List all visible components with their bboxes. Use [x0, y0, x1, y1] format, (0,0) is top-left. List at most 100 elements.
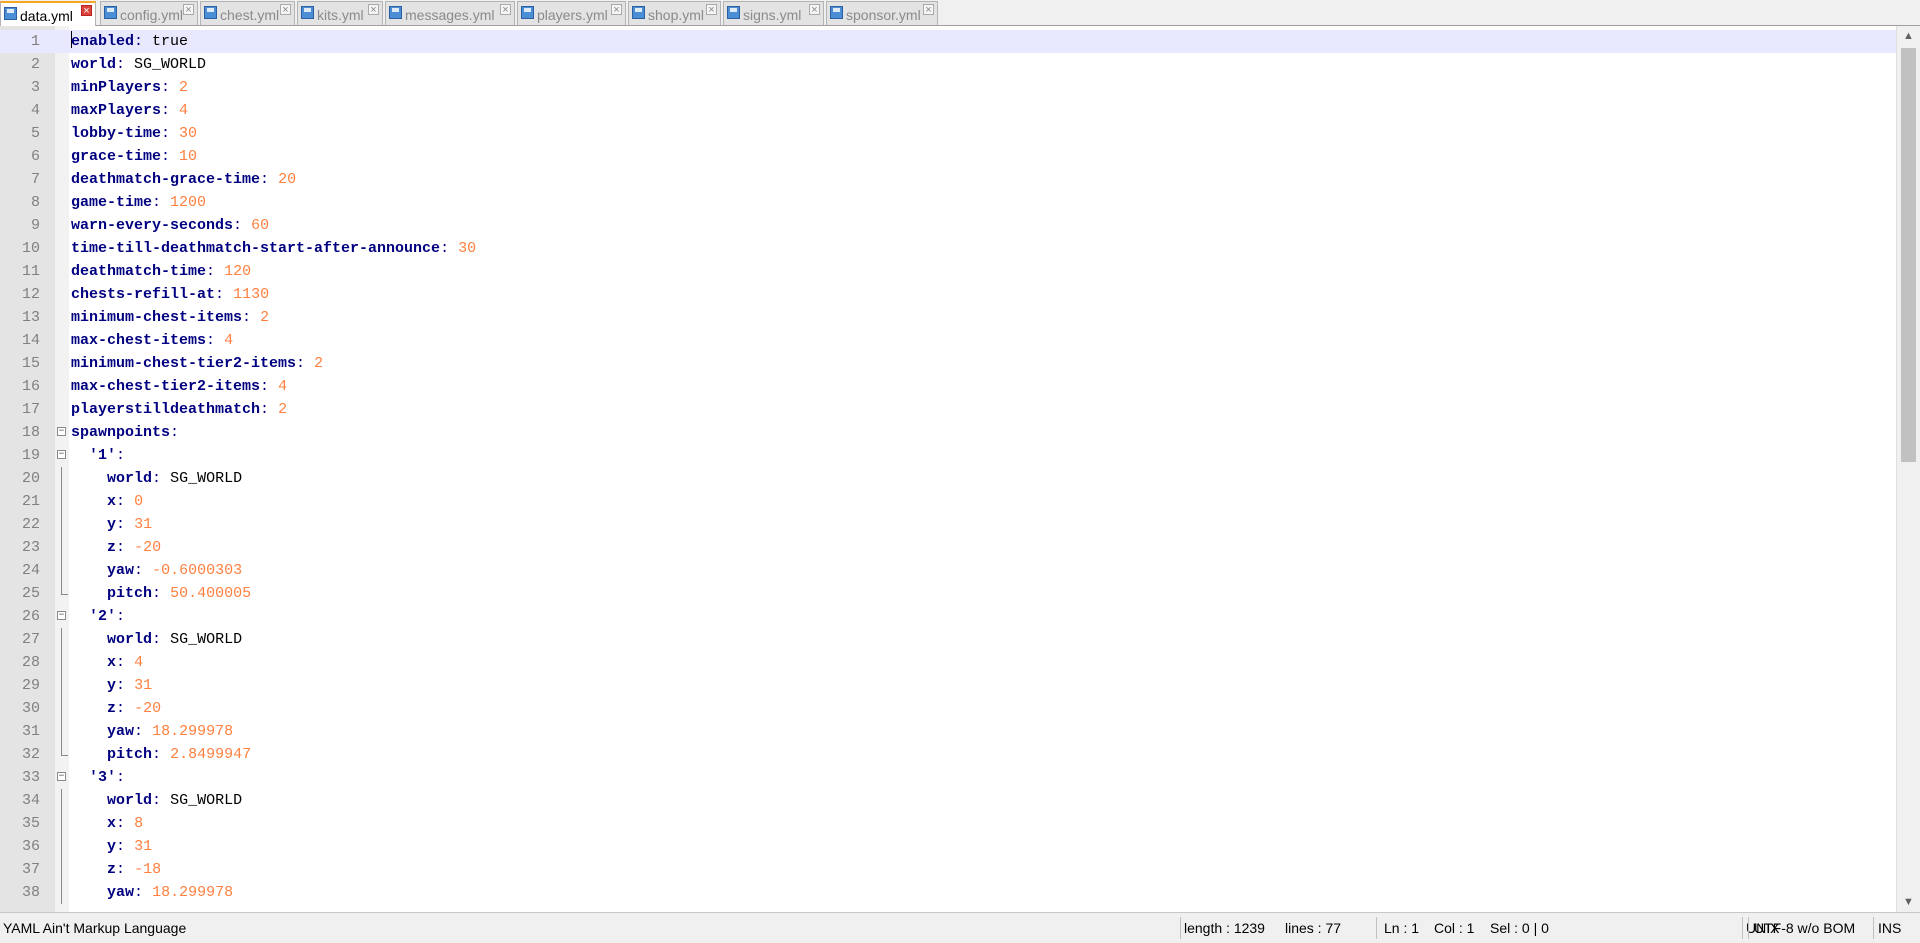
code-line[interactable]: 24 yaw: -0.6000303	[0, 559, 1896, 582]
fold-line	[61, 858, 62, 881]
code-line[interactable]: 14 max-chest-items: 4	[0, 329, 1896, 352]
tab-config-yml[interactable]: config.yml ×	[100, 1, 198, 25]
code-line[interactable]: 6 grace-time: 10	[0, 145, 1896, 168]
yaml-value: true	[152, 33, 189, 50]
tab-label: signs.yml	[743, 7, 802, 23]
close-icon[interactable]: ×	[809, 4, 820, 16]
arrow-up-icon[interactable]: ▲	[1897, 26, 1920, 46]
code-line[interactable]: 5 lobby-time: 30	[0, 122, 1896, 145]
close-icon[interactable]: ×	[280, 4, 291, 16]
code-line[interactable]: 1 enabled: true	[0, 30, 1896, 53]
code-line[interactable]: 36 y: 31	[0, 835, 1896, 858]
code-line[interactable]: 2 world: SG_WORLD	[0, 53, 1896, 76]
status-language: YAML Ain't Markup Language	[3, 920, 187, 936]
code-line[interactable]: 20 world: SG_WORLD	[0, 467, 1896, 490]
code-line[interactable]: 15 minimum-chest-tier2-items: 2	[0, 352, 1896, 375]
tab-sponsor-yml[interactable]: sponsor.yml ×	[826, 1, 938, 25]
yaml-key: max-chest-tier2-items	[71, 378, 261, 395]
yaml-key: yaw	[107, 562, 135, 579]
code-line[interactable]: 21 x: 0	[0, 490, 1896, 513]
code-text: pitch: 50.400005	[107, 585, 252, 602]
fold-minus-icon[interactable]: −	[57, 450, 66, 459]
tab-chest-yml[interactable]: chest.yml ×	[200, 1, 295, 25]
line-number: 8	[30, 194, 40, 211]
yaml-key: world	[107, 792, 153, 809]
file-icon	[389, 6, 402, 19]
code-text: minPlayers: 2	[71, 79, 189, 96]
code-line[interactable]: 22 y: 31	[0, 513, 1896, 536]
close-icon[interactable]: ×	[706, 4, 717, 16]
code-line[interactable]: 11 deathmatch-time: 120	[0, 260, 1896, 283]
code-line[interactable]: 31 yaw: 18.299978	[0, 720, 1896, 743]
yaml-key: spawnpoints	[71, 424, 171, 441]
line-number: 15	[21, 355, 40, 372]
code-line[interactable]: 34 world: SG_WORLD	[0, 789, 1896, 812]
close-icon[interactable]: ×	[923, 4, 934, 16]
fold-line	[61, 651, 62, 674]
tab-label: data.yml	[20, 8, 73, 24]
vertical-scrollbar[interactable]: ▲ ▼	[1896, 26, 1920, 912]
code-line[interactable]: 35 x: 8	[0, 812, 1896, 835]
status-col: Col : 1	[1434, 920, 1475, 936]
code-line[interactable]: 16 max-chest-tier2-items: 4	[0, 375, 1896, 398]
code-text: max-chest-tier2-items: 4	[71, 378, 288, 395]
code-line[interactable]: 9 warn-every-seconds: 60	[0, 214, 1896, 237]
code-line[interactable]: 27 world: SG_WORLD	[0, 628, 1896, 651]
code-text: world: SG_WORLD	[107, 631, 243, 648]
status-encoding: UTF-8 w/o BOM	[1754, 920, 1856, 936]
fold-minus-icon[interactable]: −	[57, 772, 66, 781]
yaml-value: SG_WORLD	[134, 56, 207, 73]
code-line[interactable]: 8 game-time: 1200	[0, 191, 1896, 214]
code-line[interactable]: 12 chests-refill-at: 1130	[0, 283, 1896, 306]
yaml-key: deathmatch-time	[71, 263, 207, 280]
code-text: game-time: 1200	[71, 194, 207, 211]
yaml-key: max-chest-items	[71, 332, 207, 349]
code-line[interactable]: 29 y: 31	[0, 674, 1896, 697]
tab-players-yml[interactable]: players.yml ×	[517, 1, 626, 25]
yaml-key: pitch	[107, 746, 153, 763]
line-number: 19	[21, 447, 40, 464]
code-lines[interactable]: 1 enabled: true 2 world: SG_WORLD 3 minPlayer…	[0, 30, 1896, 912]
yaml-key: pitch	[107, 585, 153, 602]
close-icon[interactable]: ×	[368, 4, 379, 16]
close-icon[interactable]: ×	[500, 4, 511, 16]
file-icon	[4, 7, 17, 20]
code-line[interactable]: 19 − '1':	[0, 444, 1896, 467]
code-line[interactable]: 7 deathmatch-grace-time: 20	[0, 168, 1896, 191]
yaml-value: 1130	[233, 286, 270, 303]
code-line[interactable]: 37 z: -18	[0, 858, 1896, 881]
code-line[interactable]: 17 playerstilldeathmatch: 2	[0, 398, 1896, 421]
code-line[interactable]: 32 pitch: 2.8499947	[0, 743, 1896, 766]
fold-minus-icon[interactable]: −	[57, 611, 66, 620]
code-line[interactable]: 13 minimum-chest-items: 2	[0, 306, 1896, 329]
code-line[interactable]: 33 − '3':	[0, 766, 1896, 789]
yaml-value: 60	[251, 217, 270, 234]
yaml-value: 20	[278, 171, 297, 188]
code-line[interactable]: 30 z: -20	[0, 697, 1896, 720]
fold-minus-icon[interactable]: −	[57, 427, 66, 436]
code-line[interactable]: 25 pitch: 50.400005	[0, 582, 1896, 605]
code-line[interactable]: 3 minPlayers: 2	[0, 76, 1896, 99]
code-editor[interactable]: 1 enabled: true 2 world: SG_WORLD 3 minPlayer…	[0, 26, 1920, 912]
code-line[interactable]: 38 yaw: 18.299978	[0, 881, 1896, 904]
code-line[interactable]: 23 z: -20	[0, 536, 1896, 559]
tab-label: shop.yml	[648, 7, 705, 23]
line-number: 9	[30, 217, 40, 234]
code-line[interactable]: 4 maxPlayers: 4	[0, 99, 1896, 122]
code-text: chests-refill-at: 1130	[71, 286, 270, 303]
code-line[interactable]: 18 − spawnpoints:	[0, 421, 1896, 444]
close-icon[interactable]: ×	[611, 4, 622, 16]
close-icon[interactable]: ×	[81, 5, 92, 17]
tab-data-yml[interactable]: data.yml ×	[0, 1, 96, 26]
code-line[interactable]: 26 − '2':	[0, 605, 1896, 628]
code-line[interactable]: 28 x: 4	[0, 651, 1896, 674]
tab-messages-yml[interactable]: messages.yml ×	[385, 1, 515, 25]
tab-signs-yml[interactable]: signs.yml ×	[723, 1, 824, 25]
code-line[interactable]: 10 time-till-deathmatch-start-after-annou…	[0, 237, 1896, 260]
tab-kits-yml[interactable]: kits.yml ×	[297, 1, 383, 25]
arrow-down-icon[interactable]: ▼	[1897, 892, 1920, 912]
yaml-value: 50.400005	[170, 585, 252, 602]
scrollbar-thumb[interactable]	[1901, 48, 1916, 462]
tab-shop-yml[interactable]: shop.yml ×	[628, 1, 721, 25]
close-icon[interactable]: ×	[183, 4, 194, 16]
